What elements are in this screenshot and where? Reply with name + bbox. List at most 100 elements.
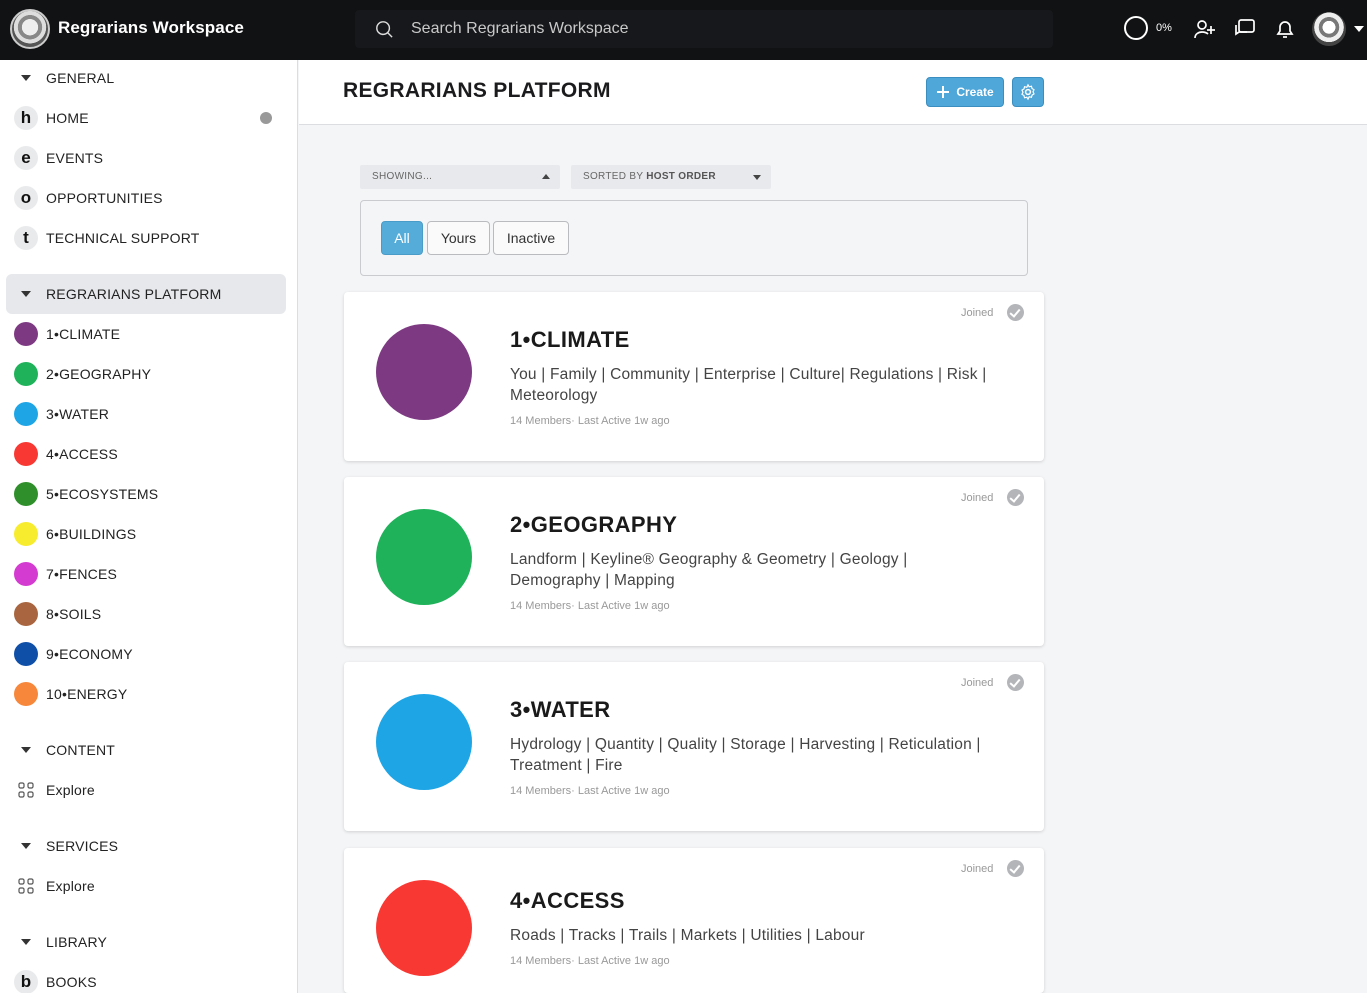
chevron-down-icon[interactable] bbox=[1354, 26, 1364, 32]
group-avatar[interactable] bbox=[376, 509, 472, 605]
caret-down-icon bbox=[21, 939, 31, 945]
sidebar-item-label: 3•WATER bbox=[46, 406, 110, 422]
section-label: GENERAL bbox=[46, 70, 115, 86]
sidebar-item-home[interactable]: h HOME bbox=[6, 98, 286, 138]
search-input[interactable] bbox=[411, 17, 1011, 41]
search-icon bbox=[376, 21, 393, 38]
joined-label: Joined bbox=[961, 492, 994, 504]
sidebar-item-opportunities[interactable]: o OPPORTUNITIES bbox=[6, 178, 286, 218]
group-avatar[interactable] bbox=[376, 324, 472, 420]
sidebar-item-label: BOOKS bbox=[46, 974, 97, 990]
sidebar-item-fences[interactable]: 7•FENCES bbox=[6, 554, 286, 594]
sidebar-section-general[interactable]: GENERAL bbox=[6, 60, 286, 98]
sidebar-item-technical-support[interactable]: t TECHNICAL SUPPORT bbox=[6, 218, 286, 258]
filter-panel: All Yours Inactive bbox=[360, 200, 1028, 276]
card-title[interactable]: 4•ACCESS bbox=[510, 888, 625, 914]
caret-down-icon bbox=[21, 747, 31, 753]
sidebar-item-label: 1•CLIMATE bbox=[46, 326, 121, 342]
sidebar-item-water[interactable]: 3•WATER bbox=[6, 394, 286, 434]
group-avatar[interactable] bbox=[376, 694, 472, 790]
sidebar-item-services-explore[interactable]: Explore bbox=[6, 866, 286, 906]
search-bar[interactable] bbox=[355, 10, 1053, 48]
settings-button[interactable] bbox=[1012, 77, 1044, 107]
sidebar-item-buildings[interactable]: 6•BUILDINGS bbox=[6, 514, 286, 554]
group-card-climate[interactable]: Joined 1•CLIMATE You | Family | Communit… bbox=[344, 292, 1044, 461]
bell-icon[interactable] bbox=[1273, 17, 1297, 41]
caret-down-icon bbox=[21, 75, 31, 81]
sidebar-item-label: HOME bbox=[46, 110, 89, 126]
sidebar-item-label: Explore bbox=[46, 782, 95, 798]
sidebar-item-ecosystems[interactable]: 5•ECOSYSTEMS bbox=[6, 474, 286, 514]
section-label: CONTENT bbox=[46, 742, 116, 758]
caret-down-icon bbox=[21, 843, 31, 849]
card-title[interactable]: 2•GEOGRAPHY bbox=[510, 512, 677, 538]
unread-badge bbox=[260, 112, 272, 124]
sidebar-item-label: 9•ECONOMY bbox=[46, 646, 133, 662]
group-color-icon bbox=[14, 642, 38, 666]
sidebar-item-content-explore[interactable]: Explore bbox=[6, 770, 286, 810]
group-color-icon bbox=[14, 562, 38, 586]
sidebar-section-services[interactable]: SERVICES bbox=[6, 826, 286, 866]
sidebar-section-library[interactable]: LIBRARY bbox=[6, 922, 286, 962]
gear-icon bbox=[1021, 83, 1035, 101]
add-user-icon[interactable] bbox=[1192, 17, 1216, 41]
group-color-icon bbox=[14, 522, 38, 546]
section-label: SERVICES bbox=[46, 838, 119, 854]
filter-inactive-button[interactable]: Inactive bbox=[493, 221, 569, 255]
sidebar-item-geography[interactable]: 2•GEOGRAPHY bbox=[6, 354, 286, 394]
joined-label: Joined bbox=[961, 307, 994, 319]
app-title[interactable]: Regrarians Workspace bbox=[58, 18, 244, 38]
card-title[interactable]: 1•CLIMATE bbox=[510, 327, 630, 353]
sidebar-item-energy[interactable]: 10•ENERGY bbox=[6, 674, 286, 714]
sidebar-item-soils[interactable]: 8•SOILS bbox=[6, 594, 286, 634]
sidebar-section-content[interactable]: CONTENT bbox=[6, 730, 286, 770]
card-description: Landform | Keyline® Geography & Geometry… bbox=[510, 551, 908, 589]
sidebar-item-label: 6•BUILDINGS bbox=[46, 526, 137, 542]
group-avatar[interactable] bbox=[376, 880, 472, 976]
sort-dropdown[interactable]: SORTED BY HOST ORDER bbox=[571, 165, 771, 189]
sidebar-item-label: EVENTS bbox=[46, 150, 104, 166]
card-description: Roads | Tracks | Trails | Markets | Util… bbox=[510, 927, 865, 944]
group-color-icon bbox=[14, 362, 38, 386]
group-card-access[interactable]: Joined 4•ACCESS Roads | Tracks | Trails … bbox=[344, 848, 1044, 993]
section-label: REGRARIANS PLATFORM bbox=[46, 286, 222, 302]
group-color-icon bbox=[14, 402, 38, 426]
plus-icon bbox=[937, 86, 950, 98]
sidebar-item-economy[interactable]: 9•ECONOMY bbox=[6, 634, 286, 674]
letter-icon: h bbox=[14, 106, 38, 130]
sidebar-item-access[interactable]: 4•ACCESS bbox=[6, 434, 286, 474]
chat-icon[interactable] bbox=[1233, 17, 1257, 41]
progress-label: 0% bbox=[1156, 22, 1172, 34]
sidebar-item-events[interactable]: e EVENTS bbox=[6, 138, 286, 178]
dropdown-label: SHOWING... bbox=[372, 171, 433, 182]
card-description: You | Family | Community | Enterprise | … bbox=[510, 366, 987, 404]
sidebar-item-label: 7•FENCES bbox=[46, 566, 118, 582]
sidebar-item-label: Explore bbox=[46, 878, 95, 894]
caret-down-icon bbox=[21, 291, 31, 297]
sidebar-item-climate[interactable]: 1•CLIMATE bbox=[6, 314, 286, 354]
user-avatar[interactable] bbox=[1312, 12, 1346, 46]
sidebar-item-books[interactable]: b BOOKS bbox=[6, 962, 286, 993]
card-title[interactable]: 3•WATER bbox=[510, 697, 611, 723]
sidebar-item-label: 8•SOILS bbox=[46, 606, 102, 622]
main-header: REGRARIANS PLATFORM Create bbox=[299, 60, 1367, 125]
showing-dropdown[interactable]: SHOWING... bbox=[360, 165, 560, 189]
create-button[interactable]: Create bbox=[926, 77, 1004, 107]
sidebar-section-regrarians-platform[interactable]: REGRARIANS PLATFORM bbox=[6, 274, 286, 314]
progress-ring-icon[interactable] bbox=[1124, 16, 1148, 40]
filter-yours-button[interactable]: Yours bbox=[427, 221, 490, 255]
card-meta: 14 Members· Last Active 1w ago bbox=[510, 785, 670, 797]
filter-all-button[interactable]: All bbox=[381, 221, 423, 255]
workspace-logo[interactable] bbox=[10, 9, 50, 49]
joined-label: Joined bbox=[961, 677, 994, 689]
group-card-water[interactable]: Joined 3•WATER Hydrology | Quantity | Qu… bbox=[344, 662, 1044, 831]
top-bar: Regrarians Workspace 0% bbox=[0, 0, 1367, 60]
group-color-icon bbox=[14, 682, 38, 706]
check-icon bbox=[1007, 860, 1024, 877]
check-icon bbox=[1007, 489, 1024, 506]
group-color-icon bbox=[14, 442, 38, 466]
group-card-geography[interactable]: Joined 2•GEOGRAPHY Landform | Keyline® G… bbox=[344, 477, 1044, 646]
group-color-icon bbox=[14, 602, 38, 626]
sort-value: HOST ORDER bbox=[646, 171, 716, 182]
sidebar-item-label: TECHNICAL SUPPORT bbox=[46, 230, 200, 246]
